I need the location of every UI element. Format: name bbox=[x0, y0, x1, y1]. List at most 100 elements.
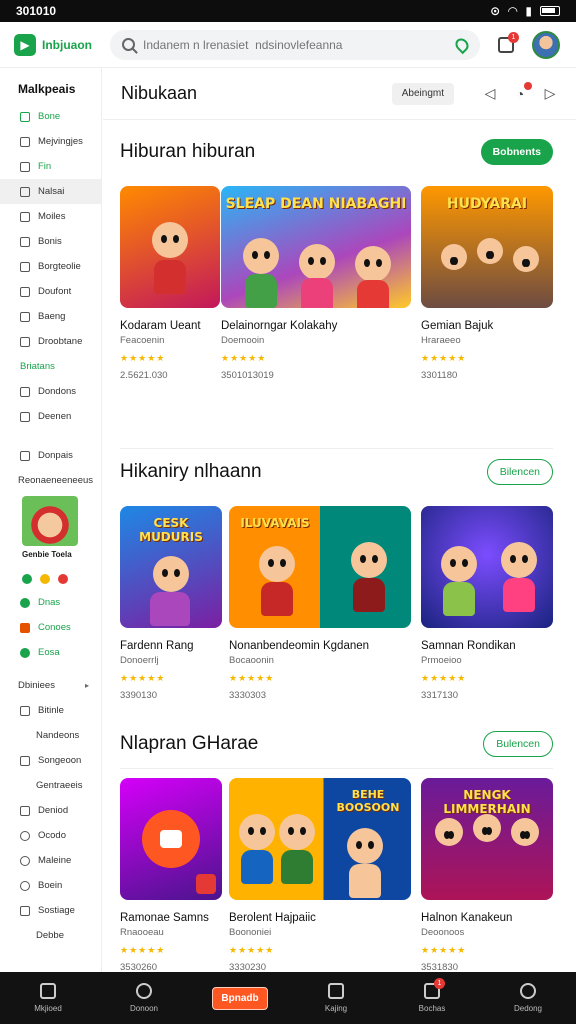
thumbnail-text: SLEAP DEAN NIABAGHI bbox=[225, 196, 407, 212]
sidebar-title: Malkpeais bbox=[18, 82, 76, 96]
sidebar-item-play[interactable]: Borgteolie bbox=[0, 254, 101, 279]
character-face bbox=[153, 556, 189, 592]
notifications-icon[interactable]: 1 bbox=[498, 31, 519, 53]
center-button[interactable]: Bpnadb bbox=[212, 986, 268, 1010]
card-thumbnail[interactable]: SLEAP DEAN NIABAGHI bbox=[221, 186, 411, 308]
sidebar-item-label: Sostiage bbox=[38, 905, 75, 916]
game-card[interactable]: BEHE BOOSOON Berolent Hajpaiic Boononiei… bbox=[229, 778, 411, 972]
card-thumbnail[interactable] bbox=[120, 778, 222, 900]
card-thumbnail[interactable]: ILUVAVAIS bbox=[229, 506, 411, 628]
sidebar-item-tablet[interactable]: Deenen bbox=[0, 404, 101, 429]
character-body bbox=[357, 280, 389, 308]
star-icon[interactable] bbox=[40, 574, 50, 584]
shield-icon[interactable] bbox=[22, 574, 32, 584]
search-input[interactable] bbox=[143, 37, 448, 52]
promo-caption: Genbie Toela bbox=[22, 550, 72, 559]
rating-stars: ★★★★★ bbox=[421, 945, 467, 955]
filter-button[interactable]: Abeingmt bbox=[391, 82, 454, 105]
card-thumbnail[interactable] bbox=[120, 186, 220, 308]
card-thumbnail[interactable]: HUDYARAI bbox=[421, 186, 553, 308]
promo-image[interactable] bbox=[22, 496, 78, 546]
sidebar-item-songeoon[interactable]: Songeoon bbox=[0, 748, 101, 773]
game-card[interactable]: ILUVAVAIS Nonanbendeomin Kgdanen Bocaoon… bbox=[229, 506, 411, 701]
sidebar-item-sostiage[interactable]: Sostiage bbox=[0, 898, 101, 923]
sidebar-item-label: Eosa bbox=[38, 647, 60, 658]
sidebar-item-camera[interactable]: Droobtane bbox=[0, 329, 101, 354]
sidebar-item-gentraeeis[interactable]: Gentraeeis bbox=[0, 773, 101, 798]
card-thumbnail[interactable] bbox=[421, 506, 553, 628]
sidebar-item-nandeons[interactable]: Nandeons bbox=[0, 723, 101, 748]
avatar[interactable] bbox=[532, 30, 560, 59]
history-icon[interactable]: ◔ bbox=[512, 81, 532, 102]
card-thumbnail[interactable]: CESK MUDURIS bbox=[120, 506, 222, 628]
game-card[interactable]: NENGK LIMMERHAIN Halnon Kanakeun Deoonoo… bbox=[421, 778, 553, 972]
circle-icon bbox=[20, 830, 30, 841]
sidebar-item-puzzle[interactable]: Dondons bbox=[0, 379, 101, 404]
card-row: Ramonae Samns Rnaooeau ★★★★★ 3530260 BEH… bbox=[120, 778, 553, 972]
top-app-bar: ▶ Inbjuaon 1 bbox=[0, 22, 576, 68]
sidebar-item-doc[interactable]: Doufont bbox=[0, 279, 101, 304]
card-title: Delainorngar Kolakahy bbox=[221, 320, 338, 332]
sidebar-item-books[interactable]: Bonis bbox=[0, 229, 101, 254]
game-card[interactable]: CESK MUDURIS Fardenn Rang Donoerrlj ★★★★… bbox=[120, 506, 222, 701]
sidebar-item-donpais[interactable]: Donpais bbox=[0, 443, 101, 468]
game-card[interactable]: SLEAP DEAN NIABAGHI Delainorngar Kolakah… bbox=[221, 186, 411, 381]
sidebar-item-label: Debbe bbox=[36, 930, 64, 941]
section-action-button[interactable]: Bobnents bbox=[480, 139, 553, 165]
card-subtitle: Donoerrlj bbox=[120, 655, 159, 666]
sidebar-item-deniod[interactable]: Deniod bbox=[0, 798, 101, 823]
app-logo[interactable]: ▶ Inbjuaon bbox=[14, 33, 110, 56]
sidebar-item-maleine[interactable]: Maleine bbox=[0, 848, 101, 873]
sidebar-item-eosa[interactable]: Eosa bbox=[0, 640, 101, 665]
sidebar-item-label: Deniod bbox=[38, 805, 69, 816]
sidebar-item-home[interactable]: Bone bbox=[0, 104, 101, 129]
character-face bbox=[441, 244, 467, 270]
share-icon[interactable]: ◁ bbox=[482, 85, 498, 102]
game-card[interactable]: Kodaram Ueant Feacoenin ★★★★★ 2.5621.030 bbox=[120, 186, 220, 381]
card-thumbnail[interactable]: BEHE BOOSOON bbox=[229, 778, 411, 900]
home-icon bbox=[40, 983, 56, 999]
logo-icon: ▶ bbox=[14, 33, 36, 56]
card-meta: 3330303 bbox=[229, 690, 266, 701]
game-card[interactable]: Samnan Rondikan Prmoeioo ★★★★★ 3317130 bbox=[421, 506, 553, 701]
nav-apps[interactable]: 1 Bochas bbox=[397, 978, 467, 1013]
sidebar-item-ocodo[interactable]: Ocodo bbox=[0, 823, 101, 848]
search-bar[interactable] bbox=[110, 29, 480, 60]
nav-profile[interactable]: Dedong bbox=[493, 983, 563, 1013]
sidebar-item-active[interactable]: Nalsai bbox=[0, 179, 101, 204]
leaf-icon[interactable] bbox=[452, 35, 472, 54]
tag-icon bbox=[20, 905, 30, 916]
rating-stars: ★★★★★ bbox=[221, 353, 267, 363]
sidebar-item-debbe[interactable]: Debbe bbox=[0, 923, 101, 948]
card-thumbnail[interactable]: NENGK LIMMERHAIN bbox=[421, 778, 553, 900]
sidebar-group-dbiniees[interactable]: Dbiniees ▸ bbox=[0, 673, 101, 698]
game-card[interactable]: Ramonae Samns Rnaooeau ★★★★★ 3530260 bbox=[120, 778, 222, 972]
nav-home[interactable]: Mkjioed bbox=[13, 983, 83, 1013]
card-meta: 3530260 bbox=[120, 962, 157, 972]
card-meta: 3330230 bbox=[229, 962, 266, 972]
nav-center[interactable]: Bpnadb bbox=[205, 986, 275, 1010]
section-title: Nlapran GHarae bbox=[120, 733, 259, 754]
sidebar-item-fire[interactable]: Fin bbox=[0, 154, 101, 179]
sidebar-item-conoes[interactable]: Conoes bbox=[0, 615, 101, 640]
sidebar-item-dnas[interactable]: Dnas bbox=[0, 590, 101, 615]
play-icon[interactable]: ▷ bbox=[542, 85, 558, 102]
sidebar-item-chat[interactable]: Baeng bbox=[0, 304, 101, 329]
logo-text: Inbjuaon bbox=[42, 37, 92, 52]
sidebar-item-label: Gentraeeis bbox=[36, 780, 83, 791]
thumbnail-text: CESK MUDURIS bbox=[139, 516, 203, 544]
check-icon bbox=[20, 647, 30, 658]
character-body bbox=[353, 578, 385, 612]
section-action-button[interactable]: Bilencen bbox=[486, 459, 553, 485]
sidebar-item-label: Bone bbox=[38, 111, 61, 122]
nav-games[interactable]: Kajing bbox=[301, 983, 371, 1013]
alert-icon[interactable] bbox=[58, 574, 68, 584]
game-card[interactable]: HUDYARAI Gemian Bajuk Hraraeeo ★★★★★ 330… bbox=[421, 186, 553, 381]
sidebar-item-boein[interactable]: Boein bbox=[0, 873, 101, 898]
section-action-button[interactable]: Bulencen bbox=[483, 731, 553, 757]
sidebar-item-bitinle[interactable]: Bitinle bbox=[0, 698, 101, 723]
card-meta: 3501013019 bbox=[221, 370, 274, 381]
sidebar-item-movies[interactable]: Moiles bbox=[0, 204, 101, 229]
sidebar-item-grid[interactable]: Mejvingjes bbox=[0, 129, 101, 154]
nav-discover[interactable]: Donoon bbox=[109, 983, 179, 1013]
